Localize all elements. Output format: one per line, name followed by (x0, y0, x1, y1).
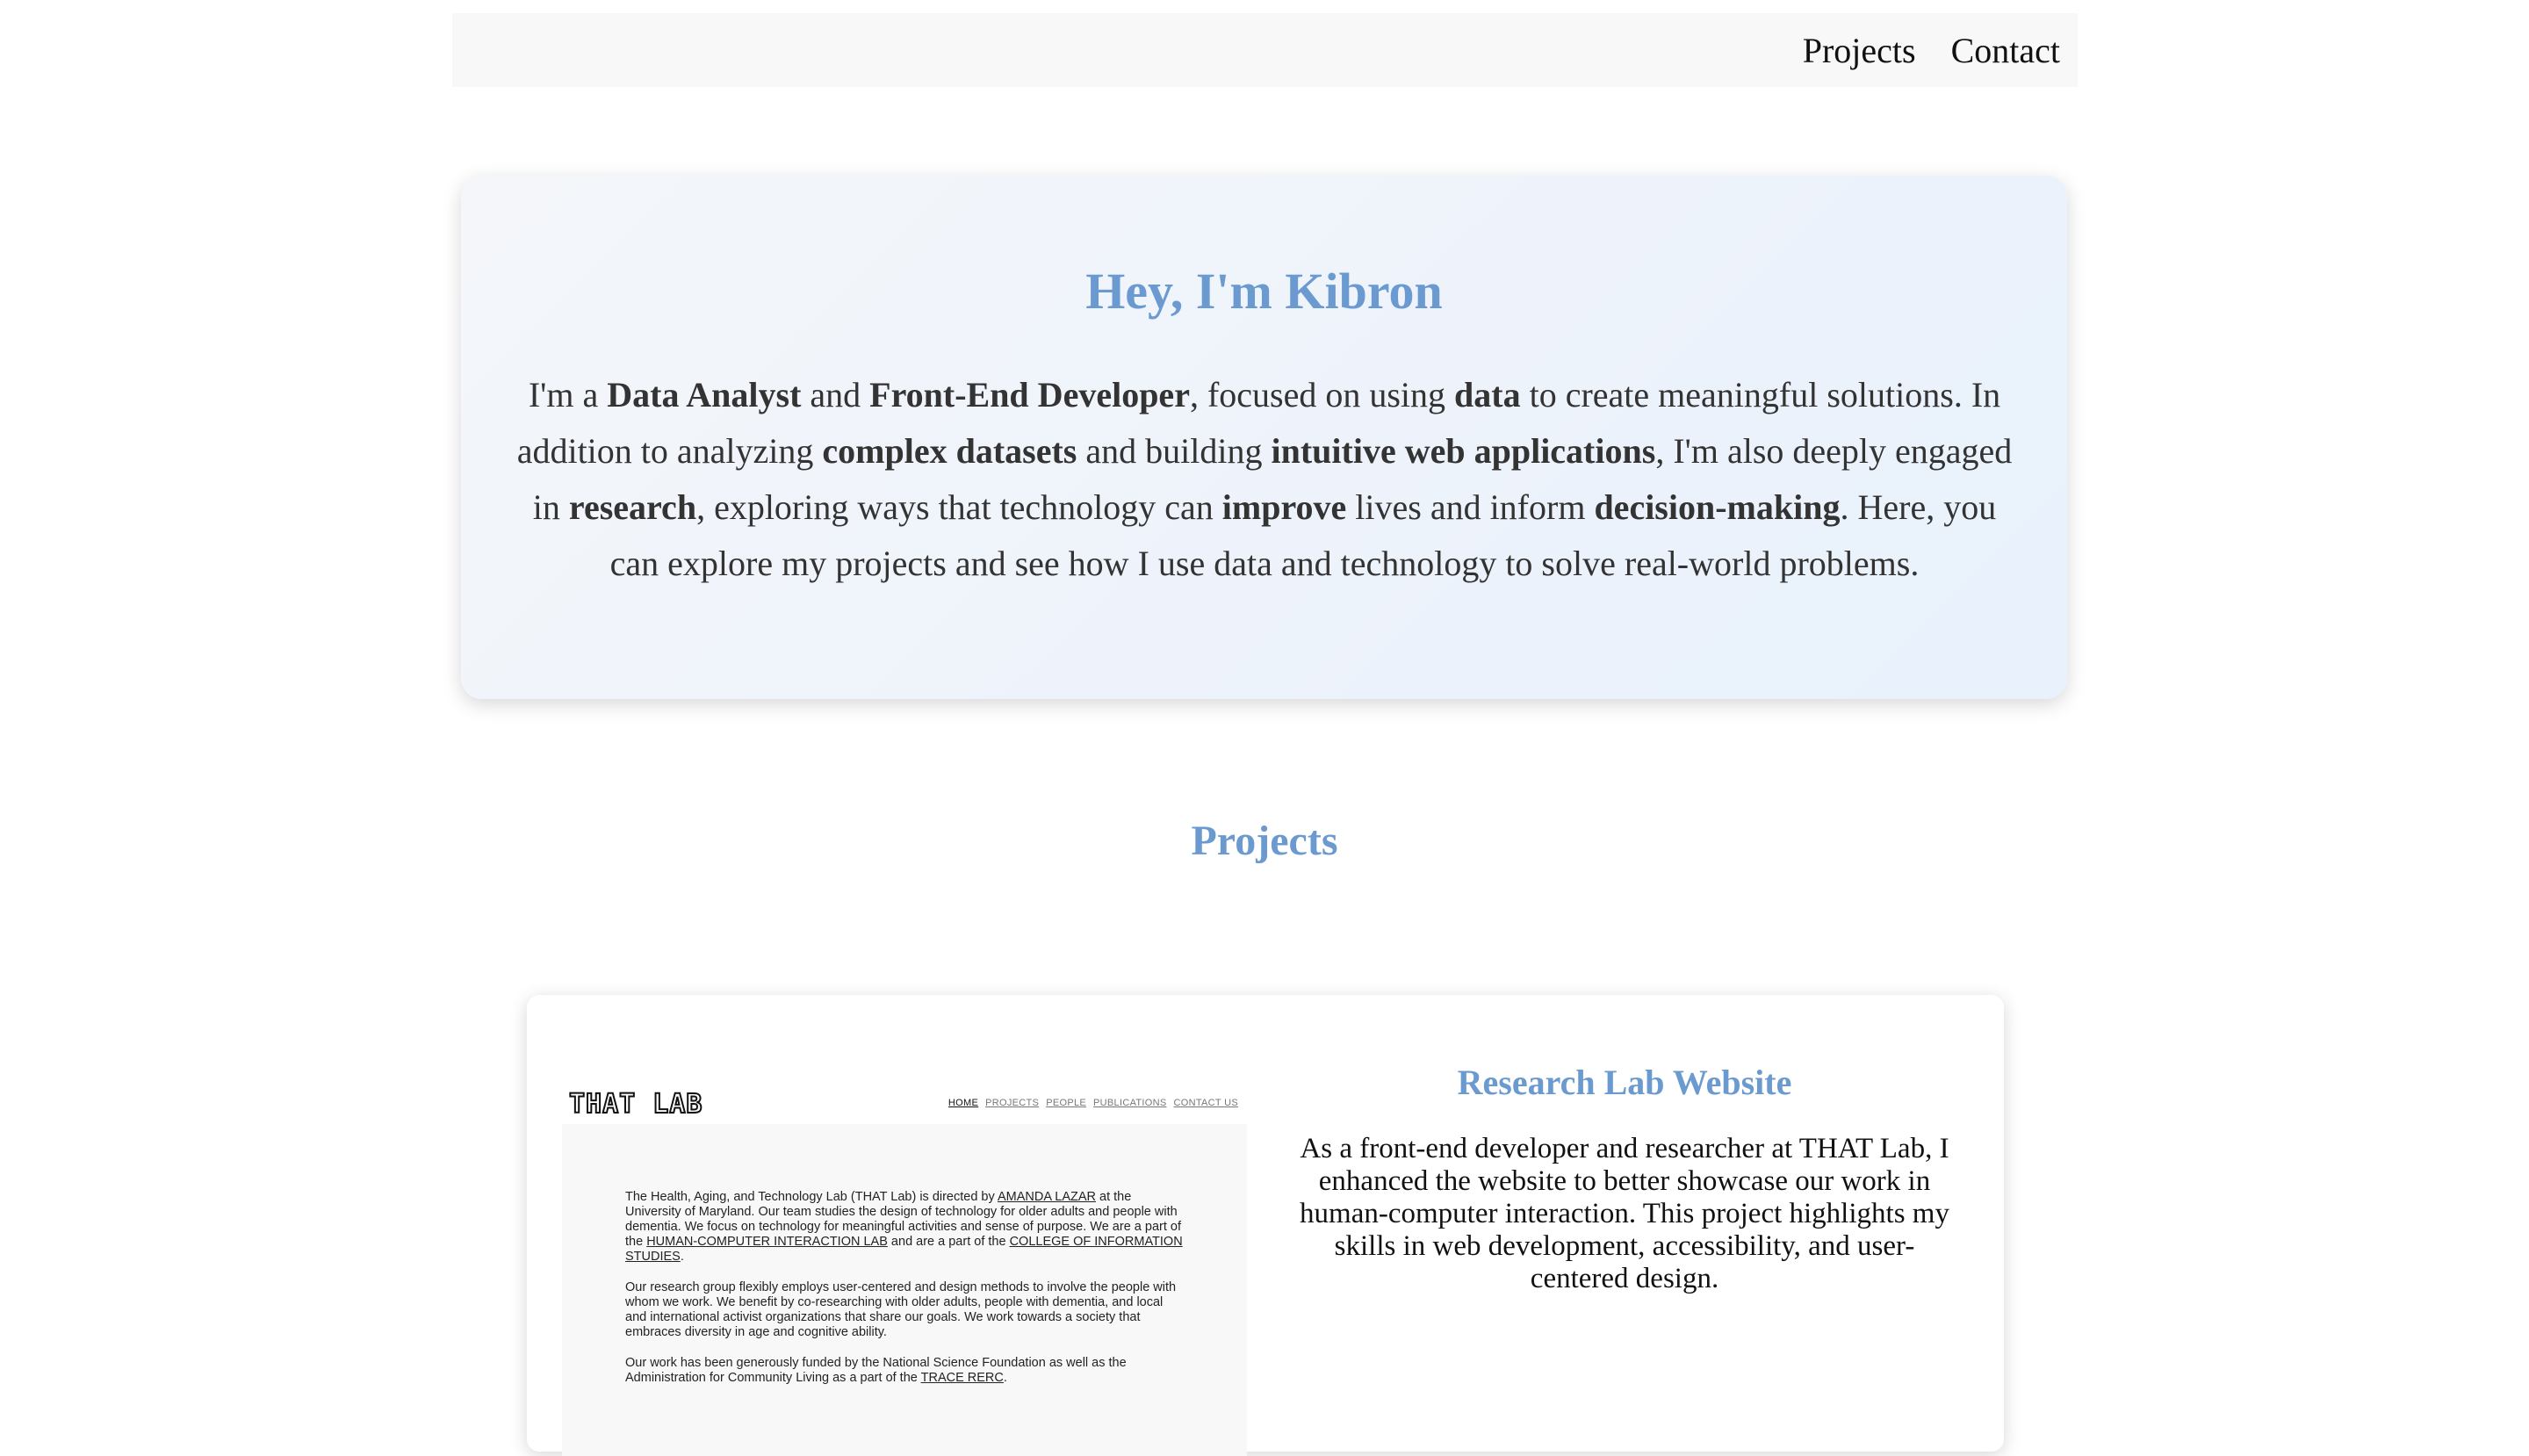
hero-text-highlight: Front-End Developer (869, 374, 1190, 414)
hero-text-segment: , focused on using (1189, 374, 1455, 414)
hero-text-highlight: data (1454, 374, 1521, 414)
screenshot-text: . (680, 1250, 684, 1264)
hero-text-segment: I'm a (528, 374, 608, 414)
project-card-research-lab[interactable]: THAT LAB HOME PROJECTS PEOPLE PUBLICATIO… (527, 995, 2004, 1456)
screenshot-nav-people: PEOPLE (1046, 1098, 1087, 1108)
hero-text-highlight: Data Analyst (607, 374, 802, 414)
hero-title: Hey, I'm Kibron (1085, 263, 1443, 320)
hero-text-segment: and building (1077, 430, 1272, 471)
hero-text-highlight: complex datasets (822, 430, 1077, 471)
hero-text-highlight: intuitive web applications (1271, 430, 1656, 471)
top-navbar: Projects Contact (452, 13, 2078, 87)
projects-section-title: Projects (1191, 818, 1338, 864)
screenshot-link: HUMAN-COMPUTER INTERACTION LAB (646, 1235, 888, 1249)
hero-text-highlight: decision-making (1594, 487, 1841, 527)
hero-text-highlight: improve (1221, 487, 1347, 527)
screenshot-paragraph: The Health, Aging, and Technology Lab (T… (625, 1190, 1185, 1265)
hero-card: Hey, I'm Kibron I'm a Data Analyst and F… (461, 176, 2067, 699)
screenshot-text: Our research group flexibly employs user… (625, 1280, 1177, 1339)
screenshot-link: TRACE RERC (920, 1371, 1004, 1385)
project-title[interactable]: Research Lab Website (1278, 1062, 1971, 1103)
screenshot-nav-contact: CONTACT US (1173, 1098, 1238, 1108)
project-info: Research Lab Website As a front-end deve… (1278, 995, 1971, 1295)
hero-text-segment: lives and inform (1346, 487, 1595, 527)
that-lab-logo: THAT LAB (568, 1088, 703, 1121)
hero-intro-text: I'm a Data Analyst and Front-End Develop… (514, 367, 2015, 592)
hero-text-segment: and (801, 374, 870, 414)
screenshot-nav: HOME PROJECTS PEOPLE PUBLICATIONS CONTAC… (948, 1098, 1238, 1108)
screenshot-link: AMANDA LAZAR (997, 1190, 1096, 1204)
screenshot-paragraph: Our work has been generously funded by t… (625, 1356, 1185, 1386)
screenshot-text: . (1003, 1371, 1007, 1385)
screenshot-nav-projects: PROJECTS (985, 1098, 1040, 1108)
nav-link-projects[interactable]: Projects (1803, 30, 1916, 71)
screenshot-paragraph: Our research group flexibly employs user… (625, 1280, 1185, 1340)
project-description: As a front-end developer and researcher … (1300, 1133, 1949, 1294)
project-screenshot[interactable]: THAT LAB HOME PROJECTS PEOPLE PUBLICATIO… (562, 1087, 1247, 1456)
screenshot-body: The Health, Aging, and Technology Lab (T… (562, 1124, 1247, 1456)
screenshot-text: Our work has been generously funded by t… (625, 1356, 1127, 1385)
screenshot-text: and are a part of the (887, 1235, 1010, 1249)
nav-link-contact[interactable]: Contact (1951, 30, 2060, 71)
screenshot-text: The Health, Aging, and Technology Lab (T… (625, 1190, 998, 1204)
hero-text-highlight: research (568, 487, 697, 527)
screenshot-nav-home: HOME (947, 1098, 979, 1108)
hero-text-segment: , exploring ways that technology can (696, 487, 1222, 527)
screenshot-header: THAT LAB HOME PROJECTS PEOPLE PUBLICATIO… (562, 1087, 1247, 1122)
screenshot-nav-publications: PUBLICATIONS (1093, 1098, 1167, 1108)
